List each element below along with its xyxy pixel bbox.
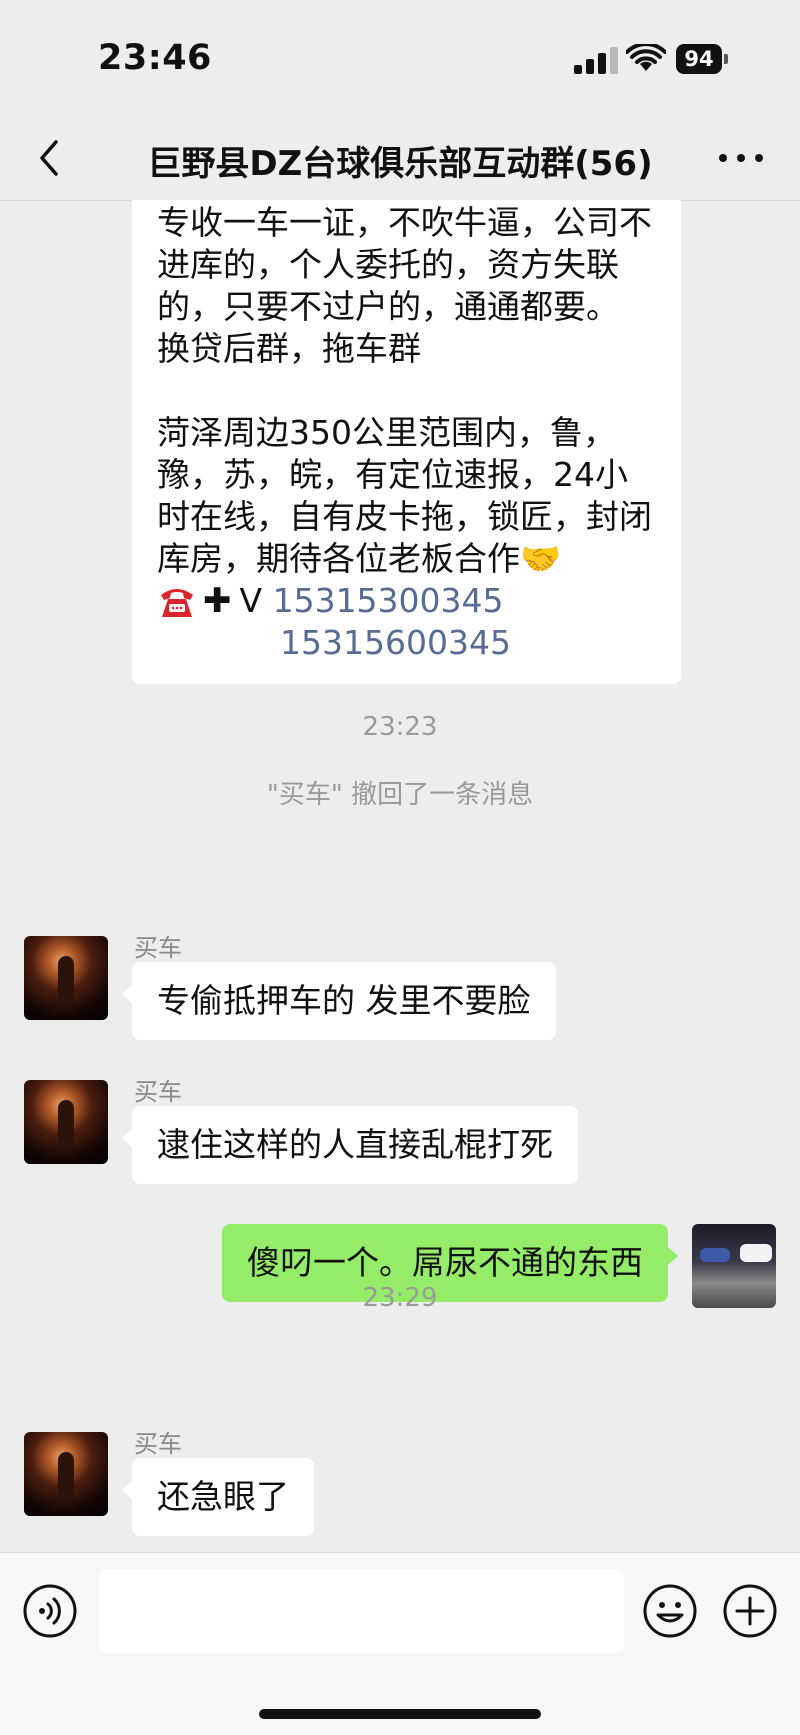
message-text: 傻叼一个。屌尿不通的东西 (247, 1243, 643, 1282)
sender-name: 买车 (134, 1078, 182, 1106)
chat-messages[interactable]: 专收一车一证，不吹牛逼，公司不进库的，个人委托的，资方失联的，只要不过户的，通通… (0, 200, 800, 1552)
chat-title: 巨野县DZ台球俱乐部互动群(56) (147, 144, 653, 184)
telephone-icon (161, 589, 193, 617)
recall-notice: "买车" 撤回了一条消息 (266, 780, 534, 810)
message-text: 专偷抵押车的 发里不要脸 (157, 981, 531, 1020)
timestamp: 23:29 (362, 1283, 438, 1313)
battery-level: 94 (676, 44, 722, 74)
plus-emoji-icon: ✚ (203, 581, 232, 621)
ad-text-2: 换贷后群，拖车群 (157, 329, 421, 368)
back-icon[interactable] (30, 136, 74, 180)
message-text: 还急眼了 (157, 1477, 289, 1516)
plus-icon[interactable] (722, 1583, 778, 1639)
input-bar (0, 1552, 800, 1735)
message-input[interactable] (98, 1569, 624, 1653)
avatar[interactable] (24, 1432, 108, 1516)
timestamp: 23:23 (362, 712, 438, 742)
avatar[interactable] (24, 936, 108, 1020)
sender-name: 买车 (134, 934, 182, 962)
wifi-icon (626, 44, 666, 71)
phone-link-2[interactable]: 15315600345 (280, 623, 511, 662)
message-text: 逮住这样的人直接乱棍打死 (157, 1125, 553, 1164)
status-time: 23:46 (98, 38, 212, 78)
ad-text-1: 专收一车一证，不吹牛逼，公司不进库的，个人委托的，资方失联的，只要不过户的，通通… (157, 203, 652, 326)
emoji-icon[interactable] (642, 1583, 698, 1639)
voice-icon[interactable] (22, 1583, 78, 1639)
battery-icon: 94 (676, 44, 728, 74)
phone-link-1[interactable]: 15315300345 (273, 580, 504, 622)
ad-text-3: 菏泽周边350公里范围内，鲁，豫，苏，皖，有定位速报，24小时在线，自有皮卡拖，… (157, 413, 652, 578)
status-bar: 23:46 94 (0, 0, 800, 118)
message-bubble[interactable]: 逮住这样的人直接乱棍打死 (132, 1106, 578, 1184)
ad-message-bubble[interactable]: 专收一车一证，不吹牛逼，公司不进库的，个人委托的，资方失联的，只要不过户的，通通… (132, 200, 681, 684)
signal-icon (574, 46, 620, 74)
message-bubble[interactable]: 还急眼了 (132, 1458, 314, 1536)
ad-contact-prefix: V (239, 581, 263, 620)
sender-name: 买车 (134, 1430, 182, 1458)
chat-header: 巨野县DZ台球俱乐部互动群(56) (0, 118, 800, 201)
more-icon[interactable] (716, 146, 766, 170)
avatar[interactable] (24, 1080, 108, 1164)
ad-contact-line: ✚ V 15315300345 (157, 580, 656, 622)
message-bubble[interactable]: 专偷抵押车的 发里不要脸 (132, 962, 556, 1040)
home-indicator[interactable] (259, 1709, 541, 1719)
